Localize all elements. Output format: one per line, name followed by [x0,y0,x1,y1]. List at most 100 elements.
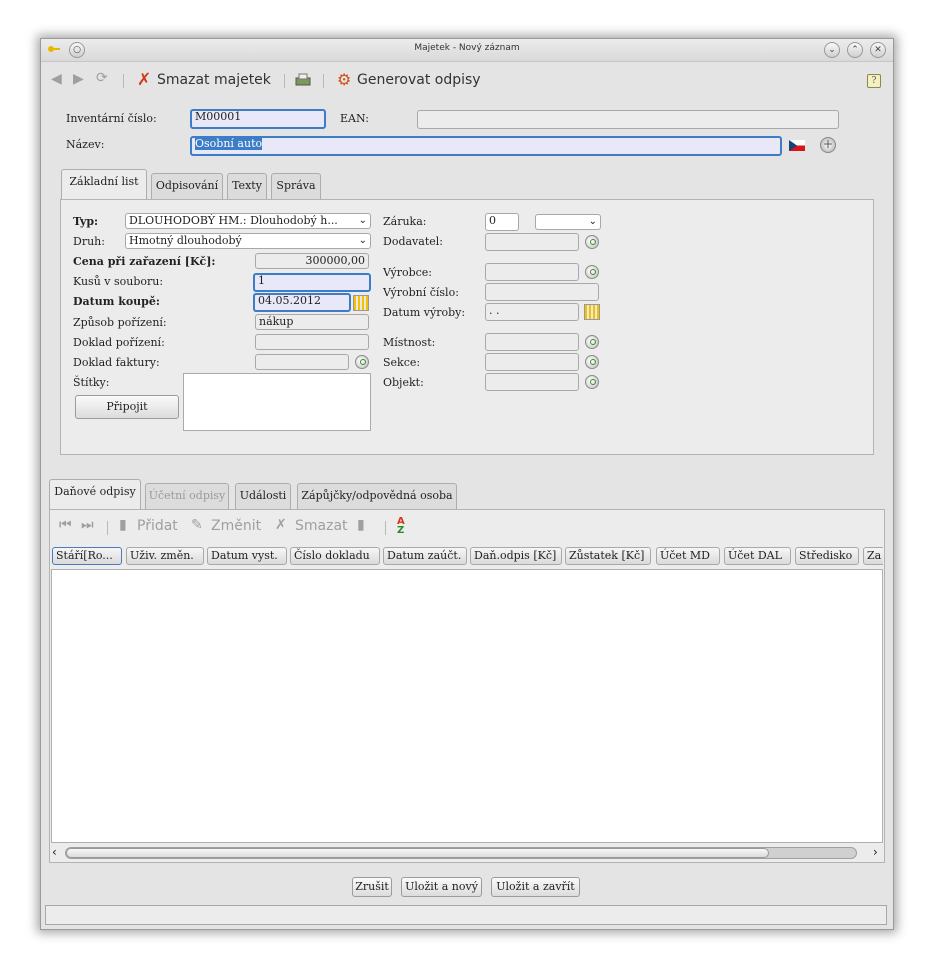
add-label: Přidat [137,518,178,534]
pieces-label: Kusů v souboru: [73,275,164,288]
invoice-document-label: Doklad faktury: [73,356,160,369]
tab-loans-label: Zápůjčky/odpovědná osoba [301,489,453,502]
column-header[interactable]: Stáří[Ro... [52,547,122,565]
type-select-value: DLOUHODOBÝ HM.: Dlouhodobý h... [129,214,338,227]
delete-asset-label: Smazat majetek [157,72,271,88]
czech-flag-icon[interactable] [789,140,805,151]
lookup-icon[interactable] [585,375,599,389]
column-header[interactable]: Za [863,547,883,565]
help-icon[interactable]: ? [867,74,881,88]
invoice-document-input[interactable] [255,354,349,370]
tags-box[interactable] [183,373,371,431]
toolbar-separator [123,74,124,88]
save-and-close-button[interactable]: Uložit a zavřít [491,877,580,897]
horizontal-scrollbar[interactable]: ‹ › [51,844,883,862]
serial-number-input[interactable] [485,283,599,301]
column-header[interactable]: Číslo dokladu [290,547,380,565]
inventory-number-label: Inventární číslo: [66,112,157,125]
column-header[interactable]: Daň.odpis [Kč] [470,547,562,565]
room-input[interactable] [485,333,579,351]
table-body[interactable] [51,569,883,843]
minimize-button[interactable]: ⌄ [824,42,840,58]
tab-events-label: Události [239,489,287,502]
column-header[interactable]: Účet MD [656,547,720,565]
tab-depreciation-label: Odpisování [155,179,219,192]
generate-depreciation-button[interactable]: ⚙ Generovat odpisy [337,70,487,92]
delete-x-icon: ✗ [137,70,152,90]
lookup-icon[interactable] [585,335,599,349]
tab-basic[interactable]: Základní list [61,169,147,199]
gear-icon: ⚙ [337,70,352,89]
kind-select-value: Hmotný dlouhodobý [129,234,242,247]
pieces-input[interactable]: 1 [253,273,371,292]
scrollbar-thumb[interactable] [66,848,769,858]
print-icon[interactable] [294,72,312,88]
tab-texts[interactable]: Texty [227,173,267,199]
tab-loans[interactable]: Zápůjčky/odpovědná osoba [297,483,457,509]
table-header: Stáří[Ro... Uživ. změn. Datum vyst. Čísl… [51,546,883,568]
column-header[interactable]: Zůstatek [Kč] [565,547,651,565]
tab-admin[interactable]: Správa [271,173,321,199]
multilang-icon[interactable]: + [820,137,836,153]
tab-depreciation[interactable]: Odpisování [151,173,223,199]
warranty-unit-select[interactable]: ⌄ [535,214,601,230]
warranty-input[interactable]: 0 [485,213,519,231]
attach-button[interactable]: Připojit [75,395,179,419]
price-input[interactable]: 300000,00 [255,253,369,269]
sort-az-icon[interactable]: AZ [397,517,413,537]
column-header[interactable]: Středisko [795,547,859,565]
refresh-icon[interactable]: ⟳ [96,70,108,86]
document-icon: ▮ [119,517,127,533]
object-input[interactable] [485,373,579,391]
manufacturer-input[interactable] [485,263,579,281]
lookup-icon[interactable] [585,265,599,279]
column-header[interactable]: Uživ. změn. [126,547,204,565]
acquisition-document-input[interactable] [255,334,369,350]
generate-depreciation-label: Generovat odpisy [357,72,481,88]
lookup-icon[interactable] [585,235,599,249]
toolbar-separator [385,521,386,535]
lookup-icon[interactable] [585,355,599,369]
edit-button[interactable]: ✎ Změnit [191,517,267,537]
copy-icon[interactable]: ▮ [357,517,365,533]
manufacture-date-label: Datum výroby: [383,306,466,319]
column-header[interactable]: Účet DAL [724,547,791,565]
last-record-icon[interactable]: ⏭ [81,517,94,533]
supplier-label: Dodavatel: [383,235,443,248]
section-input[interactable] [485,353,579,371]
edit-label: Změnit [211,518,262,534]
ean-input[interactable] [417,110,839,129]
price-label: Cena při zařazení [Kč]: [73,255,216,268]
delete-asset-button[interactable]: ✗ Smazat majetek [137,70,273,92]
cancel-button[interactable]: Zrušit [352,877,392,897]
calendar-icon[interactable] [584,304,600,320]
delete-button[interactable]: ✗ Smazat [275,517,351,537]
column-header[interactable]: Datum zaúčt. [383,547,467,565]
edit-icon: ✎ [191,517,203,533]
manufacture-date-input[interactable]: . . [485,303,579,321]
calendar-icon[interactable] [353,295,369,311]
add-button[interactable]: ▮ Přidat [119,517,189,537]
tab-accounting-depreciation[interactable]: Účetní odpisy [145,483,229,509]
inventory-number-input[interactable]: M00001 [190,109,326,129]
supplier-input[interactable] [485,233,579,251]
scroll-left-icon[interactable]: ‹ [52,845,57,859]
purchase-date-input[interactable]: 04.05.2012 [253,293,351,312]
scroll-right-icon[interactable]: › [873,845,878,859]
type-select[interactable]: DLOUHODOBÝ HM.: Dlouhodobý h... ⌄ [125,213,371,229]
tab-basic-label: Základní list [69,175,139,188]
forward-arrow-icon[interactable]: ▶ [73,71,84,87]
kind-select[interactable]: Hmotný dlouhodobý ⌄ [125,233,371,249]
tab-events[interactable]: Události [235,483,291,509]
lookup-icon[interactable] [355,355,369,369]
maximize-button[interactable]: ⌃ [847,42,863,58]
first-record-icon[interactable]: ⏮ [59,517,72,533]
close-button[interactable]: ✕ [870,42,886,58]
type-label: Typ: [73,215,99,228]
save-and-new-button[interactable]: Uložit a nový [401,877,482,897]
tab-tax-depreciation[interactable]: Daňové odpisy [49,479,141,509]
name-input[interactable]: Osobní auto [190,136,782,156]
column-header[interactable]: Datum vyst. [207,547,287,565]
acquisition-method-input[interactable]: nákup [255,314,369,330]
back-arrow-icon[interactable]: ◀ [51,71,62,87]
